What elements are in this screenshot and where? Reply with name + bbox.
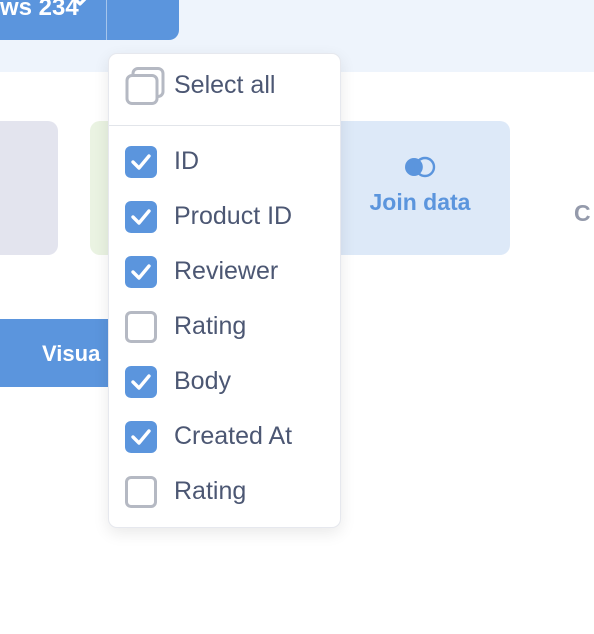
- column-option-label: ID: [174, 147, 199, 175]
- column-option-label: Rating: [174, 477, 247, 505]
- popover-divider: [109, 125, 340, 126]
- column-option[interactable]: Rating: [109, 297, 340, 352]
- column-checkbox[interactable]: [125, 421, 157, 453]
- column-option-label: Rating: [174, 312, 247, 340]
- column-option[interactable]: Reviewer: [109, 242, 340, 297]
- column-option[interactable]: Rating: [109, 462, 340, 517]
- column-checkbox[interactable]: [125, 146, 157, 178]
- join-data-card[interactable]: Join data: [330, 121, 510, 255]
- checkmark-icon: [131, 429, 151, 445]
- column-option[interactable]: Created At: [109, 407, 340, 462]
- column-checkbox[interactable]: [125, 476, 157, 508]
- column-option-label: Product ID: [174, 202, 293, 230]
- column-option-label: Created At: [174, 422, 293, 450]
- checkmark-icon: [131, 209, 151, 225]
- join-data-label: Join data: [369, 188, 471, 215]
- select-all-option[interactable]: Select all: [109, 54, 340, 125]
- chevron-down-icon[interactable]: [68, 0, 92, 13]
- rows-count-label: ws 234: [0, 0, 79, 21]
- column-option-label: Reviewer: [174, 257, 279, 285]
- column-option[interactable]: ID: [109, 132, 340, 187]
- column-option[interactable]: Product ID: [109, 187, 340, 242]
- query-builder-canvas: ws 234 Join data C Visua Select all ID P…: [0, 0, 594, 634]
- venn-join-icon: [405, 156, 436, 177]
- rows-dropdown-button[interactable]: ws 234: [0, 0, 179, 40]
- checkmark-icon: [131, 374, 151, 390]
- column-checkbox[interactable]: [125, 366, 157, 398]
- next-step-label[interactable]: C: [574, 200, 591, 227]
- visualize-label: Visua: [42, 341, 101, 366]
- stacked-checkbox-icon[interactable]: [125, 67, 165, 107]
- column-picker-popover: Select all ID Product ID Reviewer Rating…: [108, 53, 341, 528]
- select-all-label: Select all: [174, 71, 276, 99]
- checkmark-icon: [131, 154, 151, 170]
- column-checkbox[interactable]: [125, 311, 157, 343]
- button-divider: [106, 0, 107, 40]
- checkmark-icon: [131, 264, 151, 280]
- column-option-label: Body: [174, 367, 231, 395]
- step-card-data[interactable]: [0, 121, 58, 255]
- column-option[interactable]: Body: [109, 352, 340, 407]
- column-checkbox[interactable]: [125, 201, 157, 233]
- column-checkbox[interactable]: [125, 256, 157, 288]
